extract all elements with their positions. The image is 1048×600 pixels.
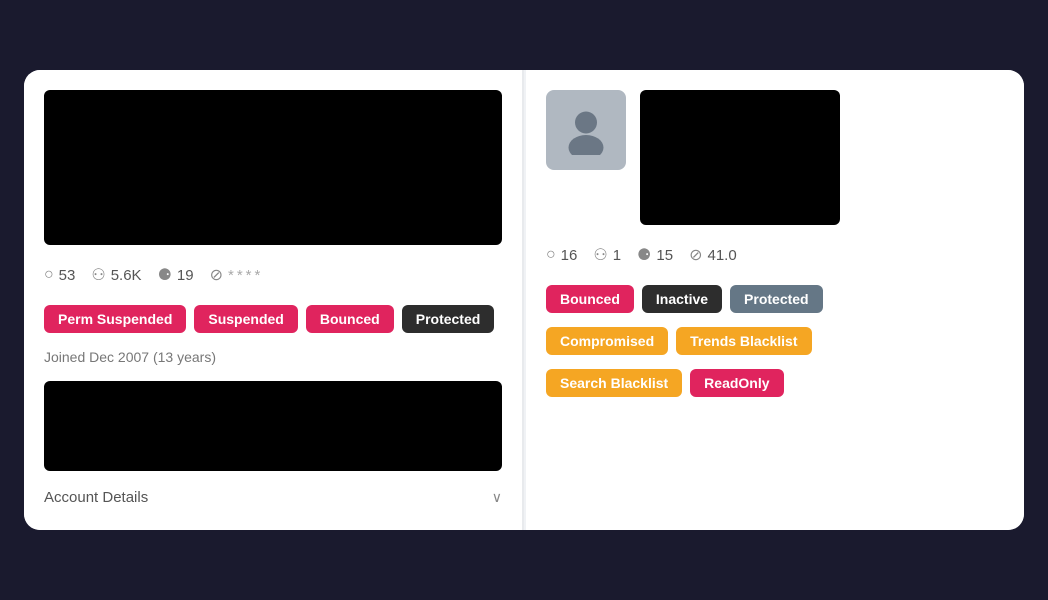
score-value: **** <box>228 267 263 284</box>
tag-protected[interactable]: Protected <box>402 305 495 333</box>
tag-trends-blacklist[interactable]: Trends Blacklist <box>676 327 811 355</box>
right-panel: ○ 16 ⚇ 1 ⚈ 15 ⊘ 41.0 Bounced Inactive Pr… <box>526 70 1024 530</box>
tag-suspended[interactable]: Suspended <box>194 305 297 333</box>
left-info-box <box>44 381 502 471</box>
right-followers-count: 1 <box>613 247 621 264</box>
chevron-icon: ∨ <box>492 489 502 506</box>
right-block-icon: ⊘ <box>689 245 702 265</box>
tag-search-blacklist[interactable]: Search Blacklist <box>546 369 682 397</box>
right-tags-row3: Search Blacklist ReadOnly <box>546 369 1004 397</box>
avatar-icon <box>561 105 611 155</box>
block-icon: ⊘ <box>210 265 223 285</box>
profile-header <box>546 90 1004 225</box>
followers-icon: ⚇ <box>91 265 105 285</box>
tag-bounced-right[interactable]: Bounced <box>546 285 634 313</box>
right-following-icon: ⚈ <box>637 245 651 265</box>
account-details-row[interactable]: Account Details ∨ <box>44 485 502 510</box>
tag-bounced[interactable]: Bounced <box>306 305 394 333</box>
score-stat: ⊘ **** <box>210 265 264 285</box>
comment-icon: ○ <box>44 266 54 284</box>
joined-text: Joined Dec 2007 (13 years) <box>44 347 502 367</box>
following-icon: ⚈ <box>158 265 172 285</box>
left-media-box <box>44 90 502 245</box>
following-stat: ⚈ 19 <box>158 265 194 285</box>
tag-compromised[interactable]: Compromised <box>546 327 668 355</box>
right-followers-stat: ⚇ 1 <box>593 245 621 265</box>
comment-stat: ○ 53 <box>44 266 75 284</box>
right-score-value: 41.0 <box>707 247 736 264</box>
right-tags-row1: Bounced Inactive Protected <box>546 285 1004 313</box>
right-stats-row: ○ 16 ⚇ 1 ⚈ 15 ⊘ 41.0 <box>546 239 1004 271</box>
followers-count: 5.6K <box>111 267 142 284</box>
followers-stat: ⚇ 5.6K <box>91 265 141 285</box>
right-tags-row2: Compromised Trends Blacklist <box>546 327 1004 355</box>
comment-count: 53 <box>59 267 76 284</box>
right-media-box <box>640 90 840 225</box>
account-details-label: Account Details <box>44 489 148 506</box>
right-comment-stat: ○ 16 <box>546 246 577 264</box>
tag-readonly[interactable]: ReadOnly <box>690 369 783 397</box>
left-tags-row: Perm Suspended Suspended Bounced Protect… <box>44 305 502 333</box>
right-following-stat: ⚈ 15 <box>637 245 673 265</box>
right-comment-icon: ○ <box>546 246 556 264</box>
right-comment-count: 16 <box>561 247 578 264</box>
right-score-stat: ⊘ 41.0 <box>689 245 737 265</box>
tag-inactive[interactable]: Inactive <box>642 285 722 313</box>
left-stats-row: ○ 53 ⚇ 5.6K ⚈ 19 ⊘ **** <box>44 259 502 291</box>
following-count: 19 <box>177 267 194 284</box>
right-following-count: 15 <box>656 247 673 264</box>
tag-protected-right[interactable]: Protected <box>730 285 823 313</box>
right-followers-icon: ⚇ <box>593 245 607 265</box>
main-container: ○ 53 ⚇ 5.6K ⚈ 19 ⊘ **** Perm Suspended S… <box>24 70 1024 530</box>
left-panel: ○ 53 ⚇ 5.6K ⚈ 19 ⊘ **** Perm Suspended S… <box>24 70 524 530</box>
tag-perm-suspended[interactable]: Perm Suspended <box>44 305 186 333</box>
avatar <box>546 90 626 170</box>
